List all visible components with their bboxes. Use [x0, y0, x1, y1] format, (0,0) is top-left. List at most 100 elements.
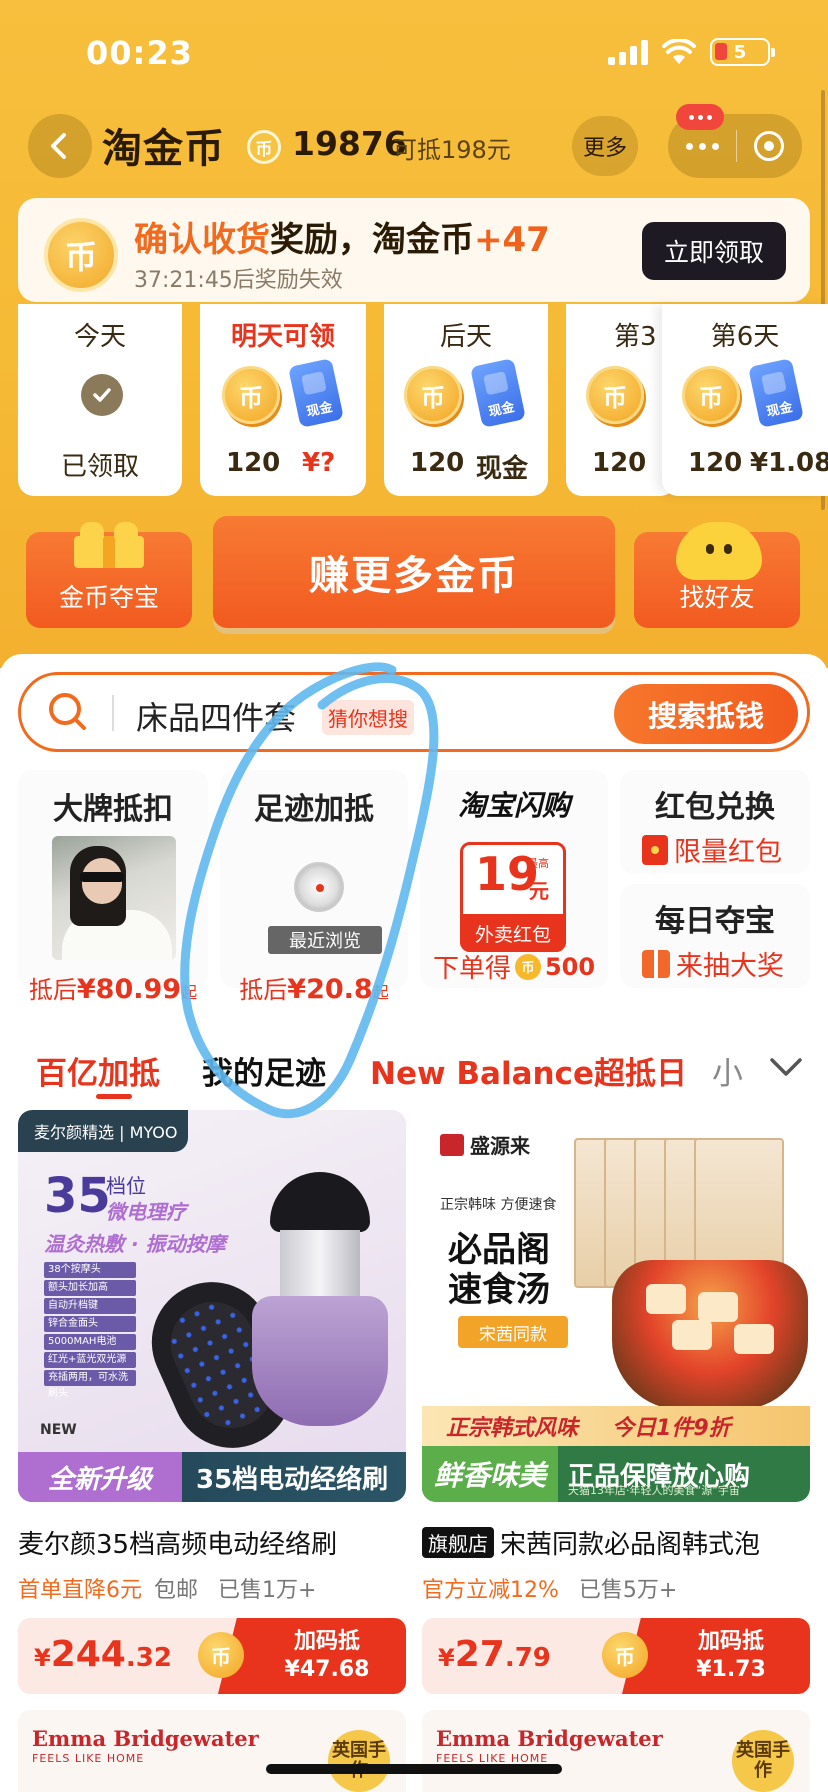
handmade-badge: 英国手作: [732, 1730, 794, 1792]
status-icons: 5: [608, 38, 775, 66]
coin-balance: 19876: [292, 124, 407, 163]
chevron-down-icon[interactable]: [768, 1052, 804, 1082]
signal-icon: [608, 39, 648, 65]
cash-icon: 现金: [288, 358, 344, 428]
active-tab-indicator: [96, 1094, 132, 1099]
gold-coin-icon: 币: [586, 366, 644, 424]
price-bar[interactable]: ¥27.79 币 加码抵 ¥1.73: [422, 1618, 810, 1694]
hongbao-exchange-tile[interactable]: 红包兑换 限量红包: [620, 770, 810, 874]
tab-new-balance[interactable]: New Balance超抵日: [370, 1048, 687, 1093]
search-button[interactable]: 搜索抵钱: [614, 684, 798, 744]
notification-dots-icon: [676, 104, 724, 130]
product-title[interactable]: 麦尔颜35档高频电动经络刷: [18, 1524, 406, 1561]
day-label: 第3: [614, 322, 657, 352]
gold-coin-icon: 币: [682, 366, 740, 424]
recent-viewed-tag: 最近浏览: [268, 926, 382, 954]
search-divider: [112, 695, 114, 731]
product-photo: [52, 836, 176, 960]
gold-coin-icon: 币: [222, 366, 280, 424]
day-label: 今天: [73, 322, 126, 352]
day-label: 第6天: [710, 322, 780, 352]
tile-title: 每日夺宝: [655, 904, 775, 939]
product-meta: 首单直降6元 包邮 已售1万+: [18, 1578, 317, 1603]
handmade-badge: 英国手作: [328, 1730, 390, 1792]
coin-amount: 120: [688, 448, 743, 478]
tab-billion-deduct[interactable]: 百亿加抵: [36, 1048, 160, 1093]
earn-more-coins-button[interactable]: 赚更多金币: [213, 516, 615, 628]
product-card-peek[interactable]: Emma Bridgewater FEELS LIKE HOME 英国手作: [422, 1710, 810, 1792]
tile-title: 大牌抵扣: [53, 792, 173, 827]
product-meta: 官方立减12% 已售5万+: [422, 1578, 678, 1603]
gold-coin-icon: 币: [404, 366, 462, 424]
tile-subtitle: 限量红包: [642, 830, 782, 869]
claim-now-button[interactable]: 立即领取: [642, 222, 786, 280]
takeaway-coupon: 19 最高 元 外卖红包: [460, 842, 566, 952]
tile-title: 红包兑换: [655, 790, 775, 825]
search-icon: [49, 693, 86, 730]
back-button[interactable]: [28, 114, 92, 178]
chevron-left-icon: [51, 133, 66, 159]
cash-icon: 现金: [748, 358, 804, 428]
wifi-icon: [662, 39, 696, 64]
status-time: 00:23: [86, 34, 193, 72]
reward-countdown: 37:21:45后奖励失效: [134, 268, 343, 293]
check-icon: [81, 374, 123, 416]
coin-icon: 币: [247, 130, 281, 164]
footprint-tile[interactable]: 足迹加抵 最近浏览: [220, 770, 408, 988]
brand-deduct-price: 抵后¥80.99起: [28, 974, 198, 1005]
coin-amount: 120: [226, 448, 281, 478]
reward-title: 确认收货奖励，淘金币+47: [134, 220, 550, 260]
tile-title: 淘宝闪购: [457, 789, 570, 822]
coin-icon: 币: [514, 953, 541, 980]
home-indicator[interactable]: [266, 1764, 562, 1774]
extra-deduct-button[interactable]: 加码抵 ¥1.73: [622, 1618, 810, 1694]
product-image[interactable]: 盛源来 正宗韩味 方便速食 必品阁 速食汤 宋茜同款 正宗韩式风味 今日1件9折 鲜…: [422, 1110, 810, 1502]
red-envelope-icon: [642, 834, 668, 865]
tile-subtitle: 来抽大奖: [642, 944, 784, 983]
coin-deduct-value: 可抵198元: [393, 136, 511, 164]
product-price: ¥27.79: [438, 1634, 551, 1675]
category-tabs: 百亿加抵 我的足迹 New Balance超抵日 小: [0, 1036, 828, 1102]
coin-amount: 120: [592, 448, 647, 478]
coin-amount: 120: [410, 448, 465, 478]
day-label: 明天可领: [230, 322, 335, 352]
price-bar[interactable]: ¥244.32 币 加码抵 ¥47.68: [18, 1618, 406, 1694]
search-input[interactable]: 床品四件套: [136, 693, 296, 739]
more-button[interactable]: 更多: [572, 116, 638, 176]
day-card-day6[interactable]: 第6天 币 现金 120 ¥1.08: [662, 304, 828, 496]
product-card-peek[interactable]: Emma Bridgewater FEELS LIKE HOME 英国手作: [18, 1710, 406, 1792]
cash-amount: ¥1.08: [750, 448, 828, 478]
day-card-today[interactable]: 今天 已领取: [18, 304, 182, 496]
gold-coin-icon: 币: [44, 218, 118, 292]
coin-icon: 币: [602, 1632, 648, 1678]
flagship-badge: 旗舰店: [422, 1527, 494, 1558]
extra-deduct-button[interactable]: 加码抵 ¥47.68: [218, 1618, 406, 1694]
cash-icon: 现金: [470, 358, 526, 428]
day-card-day3[interactable]: 第3 币 120: [566, 304, 676, 496]
footprint-price: 抵后¥20.8起: [239, 974, 389, 1005]
gift-box-icon: [642, 949, 670, 978]
coin-icon: 币: [198, 1632, 244, 1678]
day-status: 已领取: [60, 452, 139, 482]
gift-icon: [70, 522, 148, 568]
daily-treasure-tile[interactable]: 每日夺宝 来抽大奖: [620, 884, 810, 988]
day-label: 后天: [439, 322, 492, 352]
menu-dots-icon[interactable]: [686, 142, 720, 150]
product-image[interactable]: 麦尔颜精选 | MYOO 35 档位 微电理疗 温灸热敷 · 振动按摩 38个按…: [18, 1110, 406, 1502]
flash-sale-tile[interactable]: 淘宝闪购 19 最高 元 外卖红包 下单得币 500: [420, 770, 608, 988]
product-price: ¥244.32: [34, 1634, 172, 1675]
close-target-icon[interactable]: [753, 131, 784, 161]
battery-icon: 5: [710, 38, 775, 66]
cash-amount: ¥?: [302, 448, 336, 478]
page-title: 淘金币: [102, 126, 225, 172]
flash-reward: 下单得币 500: [432, 952, 596, 985]
search-suggestion-tag: 猜你想搜: [322, 700, 414, 735]
tab-my-footprint[interactable]: 我的足迹: [202, 1048, 326, 1093]
day-card-tomorrow[interactable]: 明天可领 币 现金 120 ¥?: [200, 304, 366, 496]
day-card-day-after[interactable]: 后天 币 现金 120 现金: [384, 304, 548, 496]
brand-deduct-tile[interactable]: 大牌抵扣: [18, 770, 208, 988]
cash-amount: 现金: [476, 454, 529, 484]
tile-title: 足迹加抵: [254, 792, 374, 827]
product-title[interactable]: 旗舰店 宋茜同款必品阁韩式泡: [422, 1524, 810, 1561]
product-thumbnail: [294, 862, 344, 912]
